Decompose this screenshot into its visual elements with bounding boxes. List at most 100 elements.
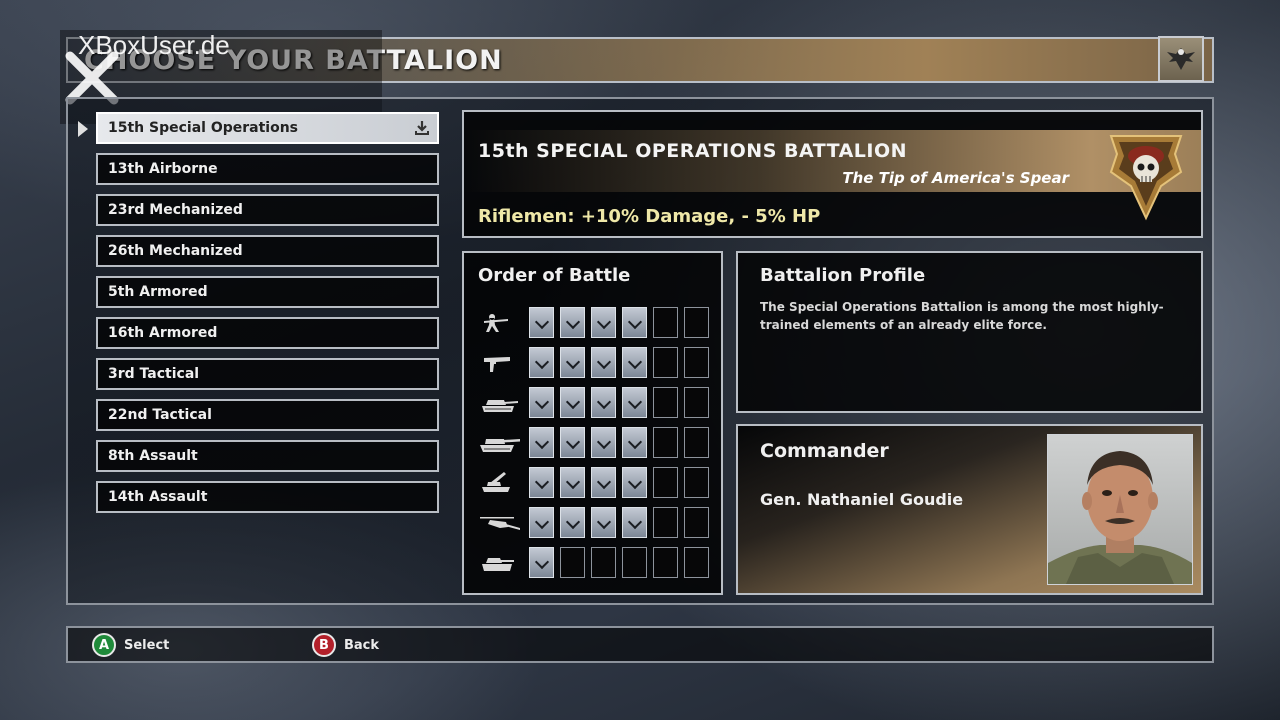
unit-slot-filled (622, 467, 647, 498)
unit-slot-filled (529, 307, 554, 338)
commander-title: Commander (760, 440, 889, 462)
battalion-label: 14th Assault (108, 489, 208, 505)
unit-slot-filled (529, 507, 554, 538)
commander-name: Gen. Nathaniel Goudie (760, 490, 964, 509)
skull-insignia-icon (1105, 126, 1187, 224)
b-button-icon: B (312, 633, 336, 657)
unit-slot-empty (653, 387, 678, 418)
unit-slot-filled (529, 547, 554, 578)
unit-row (464, 465, 721, 501)
battalion-header-panel: 15th SPECIAL OPERATIONS BATTALION The Ti… (462, 110, 1203, 238)
special-vehicle-icon (474, 548, 524, 576)
order-of-battle-title: Order of Battle (478, 265, 631, 286)
battalion-list-item[interactable]: 23rd Mechanized (96, 194, 439, 226)
light-tank-icon (474, 388, 524, 416)
unit-row (464, 505, 721, 541)
battalion-label: 5th Armored (108, 284, 208, 300)
battalion-label: 22nd Tactical (108, 407, 212, 423)
battalion-label: 16th Armored (108, 325, 218, 341)
unit-slot-empty (684, 547, 709, 578)
battalion-list-item[interactable]: 16th Armored (96, 317, 439, 349)
battalion-list-item[interactable]: 3rd Tactical (96, 358, 439, 390)
battalion-title: 15th SPECIAL OPERATIONS BATTALION (478, 140, 908, 162)
commander-panel: Commander Gen. Nathaniel Goudie (736, 424, 1203, 595)
unit-slot-filled (529, 427, 554, 458)
unit-slot-empty (684, 467, 709, 498)
unit-slot-filled (591, 307, 616, 338)
unit-slot-filled (529, 387, 554, 418)
unit-slot-empty (653, 507, 678, 538)
unit-slot-empty (560, 547, 585, 578)
unit-slot-empty (653, 347, 678, 378)
controls-bar: A Select B Back (66, 626, 1214, 663)
unit-slot-empty (684, 427, 709, 458)
select-label: Select (124, 637, 170, 653)
profile-description: The Special Operations Battalion is amon… (760, 300, 1164, 332)
selection-arrow-icon (78, 121, 88, 137)
unit-slot-filled (622, 307, 647, 338)
back-label: Back (344, 637, 380, 653)
unit-slot-filled (591, 467, 616, 498)
unit-slot-filled (560, 307, 585, 338)
unit-slot-filled (560, 507, 585, 538)
unit-row (464, 425, 721, 461)
select-button[interactable]: A Select (92, 633, 169, 657)
unit-slot-empty (653, 467, 678, 498)
unit-slot-filled (622, 387, 647, 418)
battalion-list-item[interactable]: 5th Armored (96, 276, 439, 308)
battalion-list-item[interactable]: 13th Airborne (96, 153, 439, 185)
unit-slot-filled (560, 347, 585, 378)
unit-slot-filled (560, 387, 585, 418)
download-icon (413, 119, 431, 147)
battalion-list-item[interactable]: 14th Assault (96, 481, 439, 513)
unit-slot-empty (653, 427, 678, 458)
battalion-list-item[interactable]: 8th Assault (96, 440, 439, 472)
unit-slot-filled (591, 507, 616, 538)
unit-slot-filled (529, 347, 554, 378)
artillery-icon (474, 468, 524, 496)
unit-slot-filled (529, 467, 554, 498)
helicopter-icon (474, 508, 524, 536)
unit-slot-empty (684, 507, 709, 538)
rifleman-icon (474, 308, 524, 336)
eagle-emblem-icon (1158, 36, 1204, 82)
unit-slot-filled (622, 507, 647, 538)
unit-slot-empty (622, 547, 647, 578)
heavy-tank-icon (474, 428, 524, 456)
profile-title: Battalion Profile (760, 265, 926, 286)
unit-row (464, 385, 721, 421)
battalion-list-item[interactable]: 22nd Tactical (96, 399, 439, 431)
unit-slot-filled (622, 427, 647, 458)
order-of-battle-panel: Order of Battle (462, 251, 723, 595)
unit-slot-filled (622, 347, 647, 378)
battalion-label: 15th Special Operations (108, 120, 299, 136)
battalion-label: 26th Mechanized (108, 243, 243, 259)
commander-portrait (1047, 434, 1193, 585)
back-button[interactable]: B Back (312, 633, 379, 657)
unit-slot-empty (684, 387, 709, 418)
unit-slot-filled (560, 467, 585, 498)
unit-row (464, 345, 721, 381)
unit-slot-empty (591, 547, 616, 578)
battalion-label: 23rd Mechanized (108, 202, 243, 218)
unit-slot-filled (591, 427, 616, 458)
unit-row (464, 305, 721, 341)
machine-gunner-icon (474, 348, 524, 376)
unit-slot-empty (684, 347, 709, 378)
battalion-profile-panel: Battalion Profile The Special Operations… (736, 251, 1203, 413)
unit-slot-empty (684, 307, 709, 338)
unit-slot-filled (560, 427, 585, 458)
unit-slot-filled (591, 347, 616, 378)
watermark-text: XBoxUser.de (78, 30, 230, 60)
battalion-label: 8th Assault (108, 448, 198, 464)
battalion-list-item[interactable]: 15th Special Operations (96, 112, 439, 144)
a-button-icon: A (92, 633, 116, 657)
battalion-label: 13th Airborne (108, 161, 218, 177)
battalion-list-item[interactable]: 26th Mechanized (96, 235, 439, 267)
unit-slot-empty (653, 547, 678, 578)
battalion-bonus: Riflemen: +10% Damage, - 5% HP (478, 206, 821, 227)
battalion-motto: The Tip of America's Spear (842, 169, 1069, 187)
unit-slot-filled (591, 387, 616, 418)
battalion-label: 3rd Tactical (108, 366, 200, 382)
unit-row (464, 545, 721, 581)
